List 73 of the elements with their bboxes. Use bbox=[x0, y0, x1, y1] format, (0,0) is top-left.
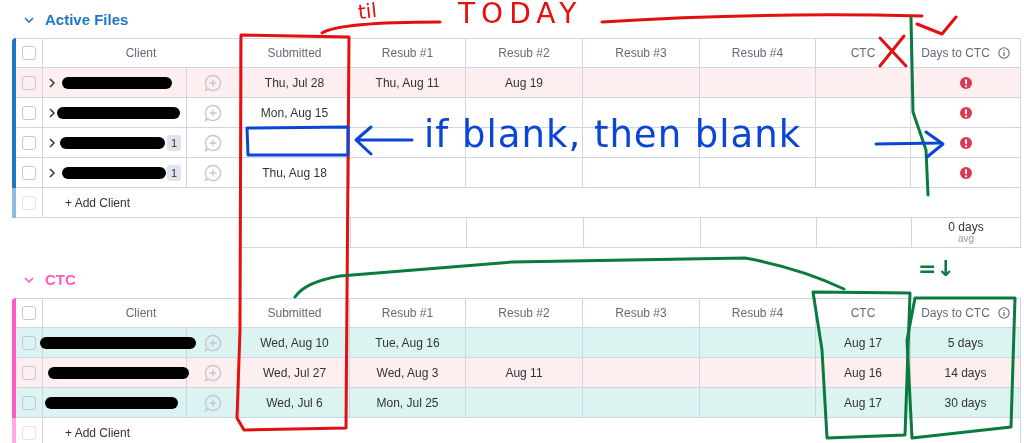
add-client-link[interactable]: + Add Client bbox=[65, 423, 131, 442]
info-icon[interactable] bbox=[997, 47, 1010, 59]
handwritten-note: TODAY bbox=[458, 0, 583, 28]
date-text: Aug 16 bbox=[843, 364, 882, 382]
checkbox[interactable] bbox=[22, 75, 36, 90]
chevron-down-icon[interactable] bbox=[24, 17, 34, 23]
date-text: Mon, Jul 25 bbox=[376, 394, 439, 412]
chat-plus-icon[interactable] bbox=[204, 363, 222, 382]
days-text: 14 days bbox=[944, 364, 987, 382]
column-header[interactable]: Resub #1 bbox=[381, 304, 434, 322]
date-text: Aug 11 bbox=[505, 364, 543, 382]
checkbox[interactable] bbox=[22, 335, 36, 350]
chevron-right-icon[interactable] bbox=[49, 78, 55, 88]
days-text: 30 days bbox=[944, 394, 987, 412]
chat-plus-icon[interactable] bbox=[204, 163, 222, 182]
checkbox[interactable] bbox=[22, 165, 36, 180]
date-text: Aug 17 bbox=[843, 394, 882, 412]
column-header[interactable]: Resub #1 bbox=[381, 44, 434, 62]
date-text: Wed, Aug 3 bbox=[376, 364, 439, 382]
chat-plus-icon[interactable] bbox=[204, 333, 222, 352]
column-header[interactable]: Resub #4 bbox=[731, 44, 784, 62]
chevron-right-icon[interactable] bbox=[49, 168, 55, 178]
column-header[interactable]: Days to CTC bbox=[921, 304, 990, 322]
date-text: Tue, Aug 16 bbox=[375, 334, 440, 352]
date-text: Aug 17 bbox=[843, 334, 882, 352]
column-header[interactable]: Resub #3 bbox=[615, 44, 667, 62]
checkbox[interactable] bbox=[22, 425, 36, 440]
handwritten-note: =↓ bbox=[918, 258, 955, 280]
info-icon[interactable] bbox=[997, 307, 1010, 319]
checkbox[interactable] bbox=[22, 46, 36, 60]
annotation-arrow bbox=[874, 130, 945, 159]
date-text: Wed, Jul 6 bbox=[266, 394, 323, 412]
column-header[interactable]: Submitted bbox=[267, 304, 322, 322]
subitem-count[interactable]: 1 bbox=[166, 135, 181, 151]
checkbox[interactable] bbox=[22, 135, 36, 150]
annotation-arrow bbox=[354, 125, 414, 156]
column-header[interactable]: Resub #4 bbox=[731, 304, 784, 322]
column-header[interactable]: Days to CTC bbox=[921, 44, 990, 62]
column-header[interactable]: Resub #2 bbox=[498, 304, 550, 322]
column-header[interactable]: Resub #3 bbox=[615, 304, 667, 322]
column-header[interactable]: Resub #2 bbox=[498, 44, 550, 62]
date-text: Thu, Aug 11 bbox=[375, 74, 440, 92]
date-text: Wed, Aug 10 bbox=[260, 334, 329, 352]
date-text: Thu, Aug 18 bbox=[262, 164, 327, 182]
add-client-link[interactable]: + Add Client bbox=[65, 193, 131, 212]
column-header[interactable]: Client bbox=[125, 304, 157, 322]
checkbox[interactable] bbox=[22, 306, 36, 320]
checkbox[interactable] bbox=[22, 395, 36, 410]
subitem-count[interactable]: 1 bbox=[166, 165, 181, 181]
chat-plus-icon[interactable] bbox=[204, 133, 222, 152]
date-text: Wed, Jul 27 bbox=[262, 364, 327, 382]
handwritten-note: til bbox=[357, 0, 378, 22]
handwritten-note: if blank, then blank bbox=[424, 116, 802, 153]
column-header[interactable]: Client bbox=[125, 44, 157, 62]
column-header[interactable]: Submitted bbox=[267, 44, 322, 62]
chevron-right-icon[interactable] bbox=[49, 108, 55, 118]
column-header[interactable]: CTC bbox=[850, 304, 876, 322]
cross-mark bbox=[878, 34, 908, 68]
column-header[interactable]: CTC bbox=[850, 44, 876, 62]
checkbox[interactable] bbox=[22, 105, 36, 120]
checkbox[interactable] bbox=[22, 195, 36, 210]
chat-plus-icon[interactable] bbox=[204, 73, 222, 92]
date-text: Thu, Jul 28 bbox=[264, 74, 325, 92]
chat-plus-icon[interactable] bbox=[204, 393, 222, 412]
group-title[interactable]: Active Files bbox=[45, 8, 129, 32]
chevron-right-icon[interactable] bbox=[49, 138, 55, 148]
summary-value: 0 days bbox=[948, 220, 984, 233]
date-text: Mon, Aug 15 bbox=[260, 104, 329, 122]
checkbox[interactable] bbox=[22, 365, 36, 380]
chevron-down-icon[interactable] bbox=[24, 277, 34, 283]
days-text: 5 days bbox=[947, 334, 984, 352]
chat-plus-icon[interactable] bbox=[204, 103, 222, 122]
date-text: Aug 19 bbox=[504, 74, 543, 92]
